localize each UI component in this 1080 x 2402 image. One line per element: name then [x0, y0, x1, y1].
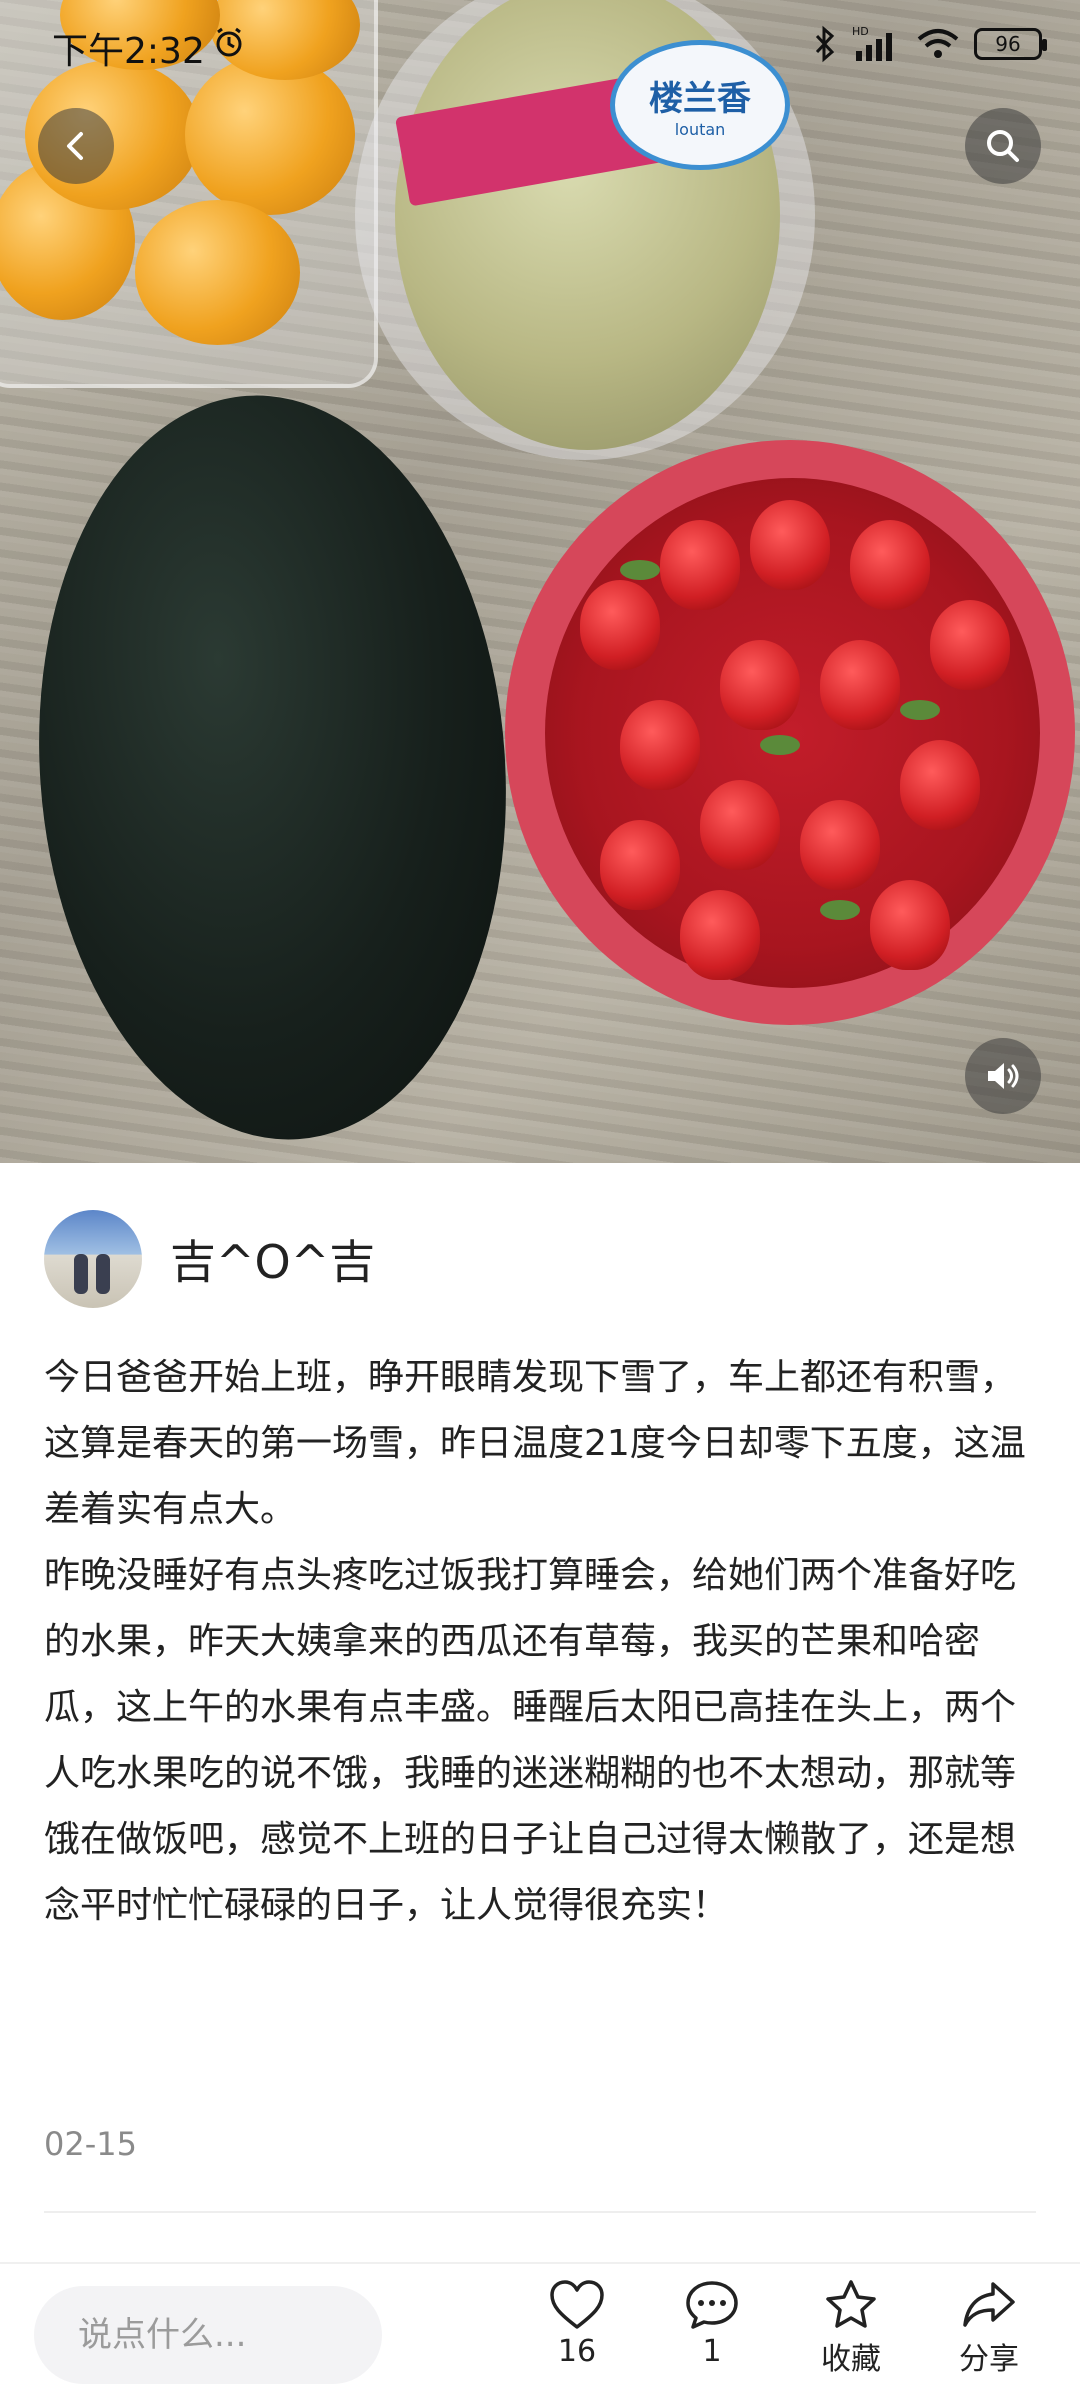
bluetooth-icon [815, 25, 835, 63]
volume-icon [988, 1063, 1019, 1089]
comment-input[interactable] [34, 2286, 382, 2384]
signal-icon: HD [852, 25, 892, 61]
strawberry [620, 700, 700, 790]
post-photo[interactable]: 楼兰香 loutan [0, 0, 1080, 1163]
strawberry [870, 880, 950, 970]
share-button[interactable]: 分享 [934, 2278, 1044, 2378]
strawberry-leaf [620, 560, 660, 580]
avatar-figure [96, 1254, 110, 1294]
search-button[interactable] [965, 108, 1041, 184]
strawberry [680, 890, 760, 980]
wifi-icon [917, 29, 959, 58]
like-button[interactable]: 16 [522, 2278, 632, 2369]
share-label: 分享 [959, 2342, 1019, 2377]
alarm-icon [216, 27, 242, 57]
strawberry-leaf [760, 735, 800, 755]
mango [135, 200, 300, 345]
strawberry [720, 640, 800, 730]
strawberry-leaf [820, 900, 860, 920]
search-icon [987, 130, 1019, 162]
battery-level: 96 [995, 32, 1021, 56]
divider [44, 2211, 1036, 2213]
comment-icon [686, 2281, 738, 2329]
avatar-figure [74, 1254, 88, 1294]
strawberry [580, 580, 660, 670]
strawberry [850, 520, 930, 610]
post-date: 02-15 [44, 2125, 137, 2163]
strawberry [800, 800, 880, 890]
comment-count: 1 [702, 2334, 722, 2369]
strawberry [900, 740, 980, 830]
battery-indicator: 96 [974, 28, 1047, 60]
collect-button[interactable]: 收藏 [796, 2278, 906, 2378]
author-row[interactable]: 吉^O^吉 [44, 1210, 375, 1308]
share-icon [963, 2282, 1015, 2327]
collect-label: 收藏 [821, 2342, 881, 2377]
back-icon [67, 132, 83, 160]
strawberry [820, 640, 900, 730]
strawberry [600, 820, 680, 910]
like-count: 16 [557, 2334, 597, 2369]
bottom-action-bar: 16 1 收藏 分享 [0, 2262, 1080, 2402]
author-name[interactable]: 吉^O^吉 [170, 1226, 375, 1292]
strawberry [930, 600, 1010, 690]
status-icons: HD 96 [812, 24, 1047, 64]
svg-text:HD: HD [852, 25, 869, 38]
avatar[interactable] [44, 1210, 142, 1308]
comment-button[interactable]: 1 [657, 2278, 767, 2369]
strawberry [750, 500, 830, 590]
strawberry [660, 520, 740, 610]
status-time: 下午2:32 [52, 31, 205, 72]
heart-icon [550, 2280, 604, 2329]
post-body: 今日爸爸开始上班，睁开眼睛发现下雪了，车上都还有积雪，这算是春天的第一场雪，昨日… [44, 1357, 1026, 1926]
star-icon [826, 2280, 876, 2328]
strawberry [700, 780, 780, 870]
melon-label-sub: loutan [674, 120, 726, 139]
back-button[interactable] [38, 108, 114, 184]
volume-button[interactable] [965, 1038, 1041, 1114]
status-bar: 下午2:32 HD 96 [0, 0, 1080, 96]
strawberry-leaf [900, 700, 940, 720]
